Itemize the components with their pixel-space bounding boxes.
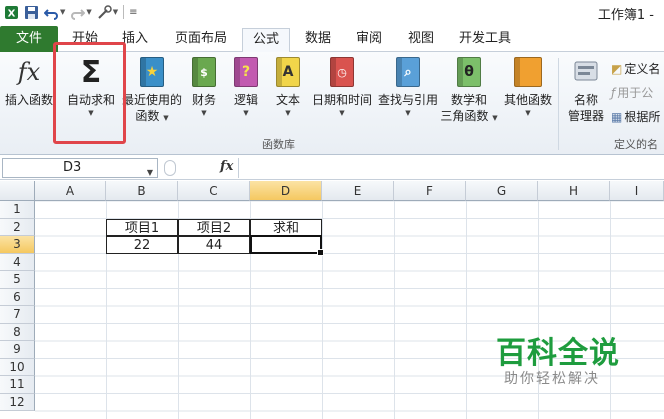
grid-icon: ▦ bbox=[611, 109, 623, 124]
tab-data[interactable]: 数据 bbox=[296, 28, 340, 52]
row-header-8[interactable]: 8 bbox=[0, 323, 35, 341]
tools-dropdown-icon[interactable]: ▼ bbox=[113, 8, 118, 16]
row-header-5[interactable]: 5 bbox=[0, 271, 35, 289]
chevron-down-icon: ▼ bbox=[339, 109, 345, 117]
chevron-down-icon: ▼ bbox=[405, 109, 411, 117]
tab-developer[interactable]: 开发工具 bbox=[450, 28, 520, 52]
watermark-title: 百科全说 bbox=[496, 336, 620, 371]
date-time-book-icon: ◷ bbox=[327, 56, 357, 88]
use-in-formula-button[interactable]: ƒ 用于公 bbox=[611, 84, 653, 101]
star-book-icon: ★ bbox=[137, 56, 167, 88]
cell-b2[interactable]: 项目1 bbox=[106, 218, 178, 236]
save-icon[interactable] bbox=[24, 5, 39, 20]
financial-book-icon: $ bbox=[189, 56, 219, 88]
undo-icon[interactable] bbox=[44, 5, 59, 20]
customize-toolbar-icon[interactable]: ≡ bbox=[129, 7, 137, 18]
math-trig-button[interactable]: θ 数学和 三角函数 ▼ bbox=[440, 56, 498, 124]
watermark-subtitle: 助你轻松解决 bbox=[504, 371, 600, 387]
row-header-4[interactable]: 4 bbox=[0, 253, 35, 271]
chevron-down-icon: ▼ bbox=[492, 114, 498, 122]
name-box[interactable]: D3 ▼ bbox=[2, 158, 158, 178]
name-manager-icon bbox=[571, 56, 601, 88]
books-stack-icon bbox=[513, 56, 543, 88]
tag-icon: ◩ bbox=[611, 61, 623, 76]
row-header-7[interactable]: 7 bbox=[0, 306, 35, 324]
tab-review[interactable]: 审阅 bbox=[346, 28, 392, 52]
svg-text:X: X bbox=[8, 8, 16, 19]
watermark-logo: 百科全说 助你轻松解决 bbox=[478, 324, 648, 392]
column-header-f[interactable]: F bbox=[394, 181, 466, 201]
formula-bar: D3 ▼ fx bbox=[0, 156, 664, 180]
tab-page-layout[interactable]: 页面布局 bbox=[166, 28, 236, 52]
lookup-reference-button[interactable]: ⌕ 查找与引用 ▼ bbox=[376, 56, 440, 118]
name-manager-button[interactable]: 名称 管理器 bbox=[562, 56, 610, 124]
function-fx-icon: fx bbox=[17, 58, 41, 86]
tab-formulas[interactable]: 公式 bbox=[242, 28, 290, 53]
window-title: 工作簿1 - bbox=[597, 8, 654, 23]
cell-d2[interactable]: 求和 bbox=[250, 218, 322, 236]
chevron-down-icon: ▼ bbox=[163, 114, 169, 122]
tools-icon[interactable] bbox=[97, 4, 112, 20]
tab-view[interactable]: 视图 bbox=[398, 28, 444, 52]
recently-used-button[interactable]: ★ 最近使用的 函数 ▼ bbox=[122, 56, 182, 124]
financial-button[interactable]: $ 财务 ▼ bbox=[186, 56, 222, 118]
logical-button[interactable]: ? 逻辑 ▼ bbox=[228, 56, 264, 118]
select-all-corner[interactable] bbox=[0, 181, 35, 201]
chevron-down-icon: ▼ bbox=[285, 109, 291, 117]
column-header-e[interactable]: E bbox=[322, 181, 394, 201]
text-book-icon: A bbox=[273, 56, 303, 88]
create-from-selection-button[interactable]: ▦ 根据所 bbox=[611, 108, 660, 125]
math-book-icon: θ bbox=[454, 56, 484, 88]
cell-c3[interactable]: 44 bbox=[178, 236, 250, 254]
row-header-3[interactable]: 3 bbox=[0, 236, 35, 254]
column-header-h[interactable]: H bbox=[538, 181, 610, 201]
insert-function-button[interactable]: fx 插入函数 bbox=[4, 56, 54, 108]
define-name-button[interactable]: ◩ 定义名 bbox=[611, 60, 660, 77]
group-label-function-library: 函数库 bbox=[262, 138, 295, 151]
column-header-d[interactable]: D bbox=[250, 181, 322, 201]
date-time-button[interactable]: ◷ 日期和时间 ▼ bbox=[310, 56, 374, 118]
undo-dropdown-icon[interactable]: ▼ bbox=[60, 8, 65, 16]
text-button[interactable]: A 文本 ▼ bbox=[270, 56, 306, 118]
chevron-down-icon[interactable]: ▼ bbox=[147, 164, 153, 182]
logical-book-icon: ? bbox=[231, 56, 261, 88]
row-header-2[interactable]: 2 bbox=[0, 218, 35, 236]
group-label-defined-names: 定义的名 bbox=[614, 138, 658, 151]
insert-function-icon[interactable]: fx bbox=[220, 159, 233, 174]
redo-icon[interactable] bbox=[70, 5, 86, 20]
autosum-highlight-box bbox=[53, 42, 126, 144]
chevron-down-icon: ▼ bbox=[201, 109, 207, 117]
tab-file[interactable]: 文件 bbox=[0, 26, 58, 52]
column-header-g[interactable]: G bbox=[466, 181, 538, 201]
title-bar: X ▼ ▼ ▼ ≡ 工作簿1 - bbox=[0, 0, 664, 24]
quick-access-toolbar: X ▼ ▼ ▼ ≡ bbox=[0, 4, 138, 20]
cell-b3[interactable]: 22 bbox=[106, 236, 178, 254]
formula-bar-splitter[interactable] bbox=[164, 160, 176, 176]
more-functions-button[interactable]: 其他函数 ▼ bbox=[502, 56, 554, 118]
row-header-12[interactable]: 12 bbox=[0, 393, 35, 411]
row-header-6[interactable]: 6 bbox=[0, 288, 35, 306]
redo-dropdown-icon[interactable]: ▼ bbox=[86, 8, 91, 16]
cell-c2[interactable]: 项目2 bbox=[178, 218, 250, 236]
toolbar-divider bbox=[123, 5, 125, 19]
column-header-i[interactable]: I bbox=[610, 181, 664, 201]
formula-input[interactable] bbox=[238, 158, 664, 178]
formula-icon: ƒ bbox=[611, 85, 616, 100]
column-header-b[interactable]: B bbox=[106, 181, 178, 201]
row-header-10[interactable]: 10 bbox=[0, 358, 35, 376]
chevron-down-icon: ▼ bbox=[243, 109, 249, 117]
chevron-down-icon: ▼ bbox=[525, 109, 531, 117]
row-header-11[interactable]: 11 bbox=[0, 376, 35, 394]
column-header-a[interactable]: A bbox=[35, 181, 106, 201]
excel-logo-icon: X bbox=[4, 5, 19, 20]
row-header-9[interactable]: 9 bbox=[0, 341, 35, 359]
group-divider bbox=[558, 58, 559, 150]
row-header-1[interactable]: 1 bbox=[0, 201, 35, 219]
magnifier-book-icon: ⌕ bbox=[393, 56, 423, 88]
active-cell-selection[interactable] bbox=[250, 235, 324, 256]
column-header-c[interactable]: C bbox=[178, 181, 250, 201]
